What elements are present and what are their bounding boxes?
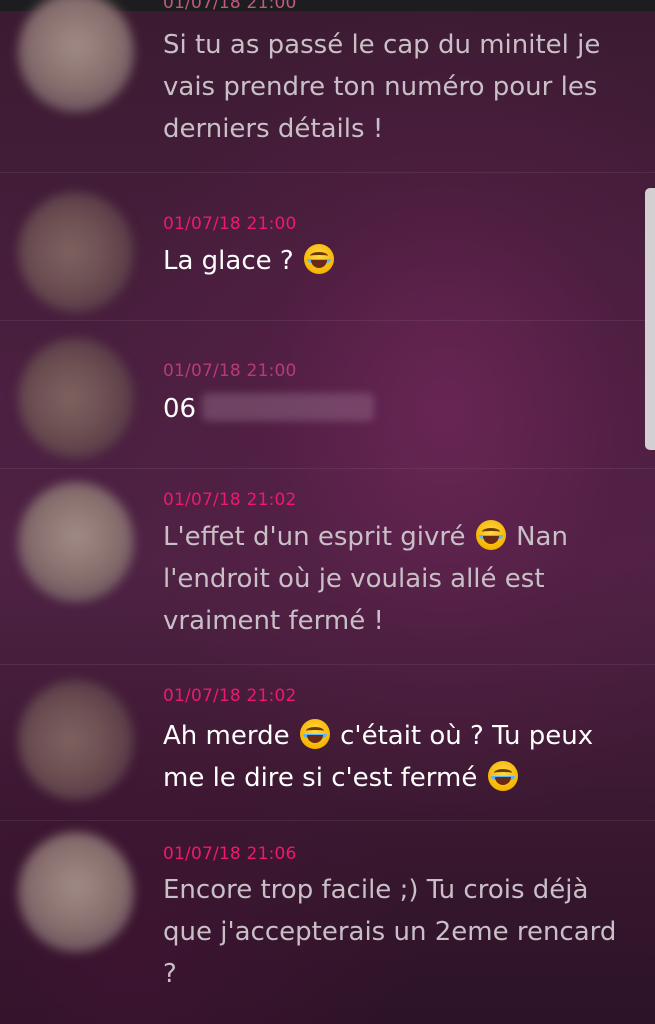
message-item[interactable]: 01/07/18 21:02 Ah merde c'était où ? Tu …	[0, 664, 655, 821]
face-with-tears-of-joy-icon	[487, 761, 518, 791]
message-text: Si tu as passé le cap du minitel je vais…	[163, 30, 601, 144]
message-timestamp: 01/07/18 21:06	[163, 844, 297, 864]
message-timestamp: 01/07/18 21:00	[163, 214, 297, 234]
message-item[interactable]: 01/07/18 21:00 06	[0, 320, 655, 469]
message-text: La glace ?	[163, 246, 294, 276]
scrollbar[interactable]	[645, 188, 655, 450]
message-thread: 01/07/18 21:00 Si tu as passé le cap du …	[0, 0, 655, 1024]
message-timestamp: 01/07/18 21:02	[163, 686, 297, 706]
message-text: L'effet d'un esprit givré	[163, 522, 466, 552]
avatar[interactable]	[18, 0, 134, 112]
face-with-tears-of-joy-icon	[299, 719, 330, 749]
message-item[interactable]: 01/07/18 21:02 L'effet d'un esprit givré…	[0, 468, 655, 665]
message-text-container: L'effet d'un esprit givré Nan l'endroit …	[163, 516, 633, 642]
avatar[interactable]	[18, 338, 134, 458]
message-text: 06	[163, 394, 197, 424]
message-text-container: La glace ?	[163, 240, 633, 282]
message-timestamp: 01/07/18 21:02	[163, 490, 297, 510]
message-text: Ah merde	[163, 721, 290, 751]
message-item[interactable]: 01/07/18 21:00 Si tu as passé le cap du …	[0, 0, 655, 173]
face-with-tears-of-joy-icon	[303, 244, 334, 274]
message-item[interactable]: 01/07/18 21:06 Encore trop facile ;) Tu …	[0, 820, 655, 1024]
message-text-container: 06	[163, 388, 633, 430]
message-text-container: Ah merde c'était où ? Tu peux me le dire…	[163, 715, 633, 799]
message-timestamp: 01/07/18 21:00	[163, 0, 297, 13]
message-timestamp: 01/07/18 21:00	[163, 361, 297, 381]
face-with-tears-of-joy-icon	[475, 520, 506, 550]
message-item[interactable]: 01/07/18 21:00 La glace ?	[0, 172, 655, 321]
avatar[interactable]	[18, 482, 134, 602]
avatar[interactable]	[18, 680, 134, 800]
avatar[interactable]	[18, 192, 134, 312]
redacted-phone-number	[202, 393, 375, 421]
message-text: Encore trop facile ;) Tu crois déjà que …	[163, 875, 617, 989]
avatar[interactable]	[18, 832, 134, 952]
